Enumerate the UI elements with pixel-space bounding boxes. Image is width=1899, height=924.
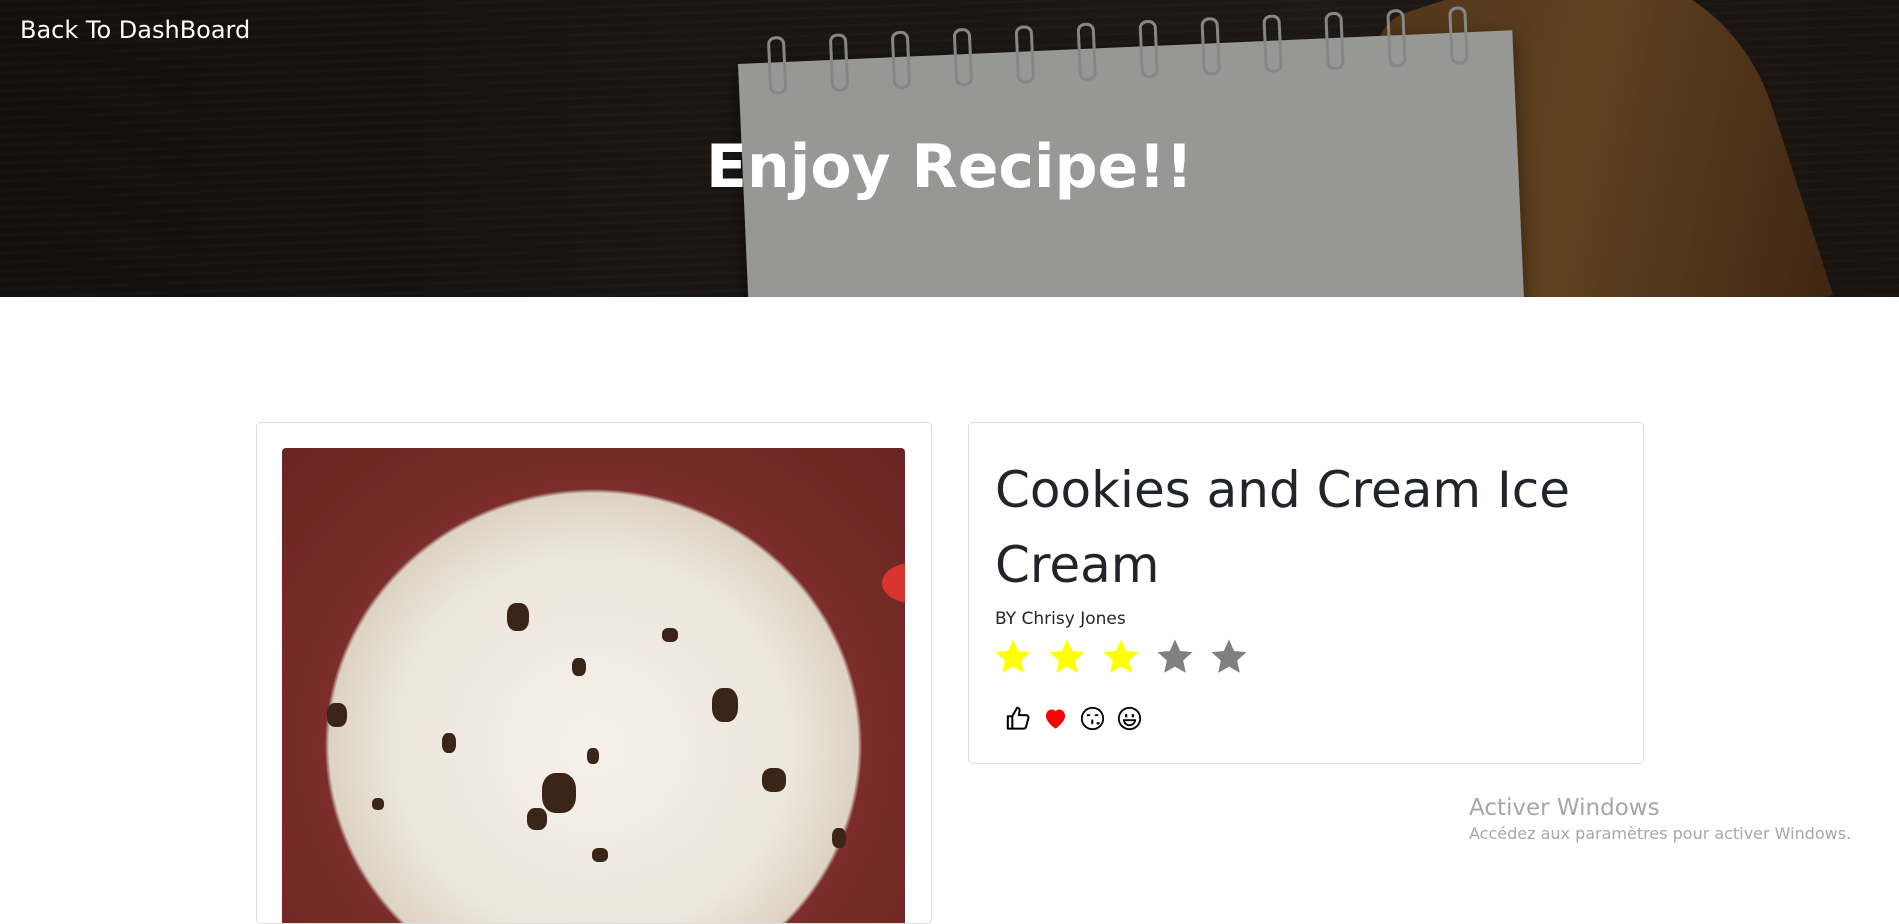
reactions-bar [1005,705,1143,732]
hero-banner: Back To DashBoard Enjoy Recipe!! [0,0,1899,297]
star-icon[interactable] [1101,637,1141,677]
recipe-title: Cookies and Cream Ice Cream [995,461,1570,594]
star-icon[interactable] [1209,637,1249,677]
star-icon[interactable] [1155,637,1195,677]
watermark-subtitle: Accédez aux paramètres pour activer Wind… [1469,824,1852,843]
heart-icon[interactable] [1042,705,1069,732]
star-rating[interactable] [993,637,1249,677]
recipe-image-card [256,422,932,924]
page-title: Enjoy Recipe!! [706,132,1193,202]
watermark-title: Activer Windows [1469,795,1660,821]
star-icon[interactable] [993,637,1033,677]
recipe-info-card: Cookies and Cream Ice Cream BY Chrisy Jo… [968,422,1644,764]
ice-cream-photo [282,448,905,923]
kiss-icon[interactable] [1079,705,1106,732]
windows-activation-watermark: Activer Windows Accédez aux paramètres p… [1469,794,1851,846]
like-icon[interactable] [1005,705,1032,732]
recipe-author: BY Chrisy Jones [995,609,1126,629]
back-to-dashboard-link[interactable]: Back To DashBoard [20,16,250,44]
star-icon[interactable] [1047,637,1087,677]
smile-icon[interactable] [1116,705,1143,732]
